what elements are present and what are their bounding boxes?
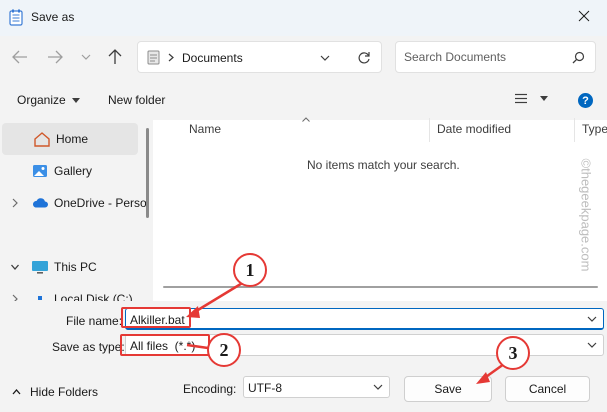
arrow-2 [186,343,209,350]
step-3-marker: 3 [496,336,530,370]
arrowhead-1 [186,306,200,318]
arrow-1 [192,280,245,315]
step-1-marker: 1 [233,253,267,287]
step-2-marker: 2 [207,333,241,367]
arrowhead-3 [476,372,490,384]
